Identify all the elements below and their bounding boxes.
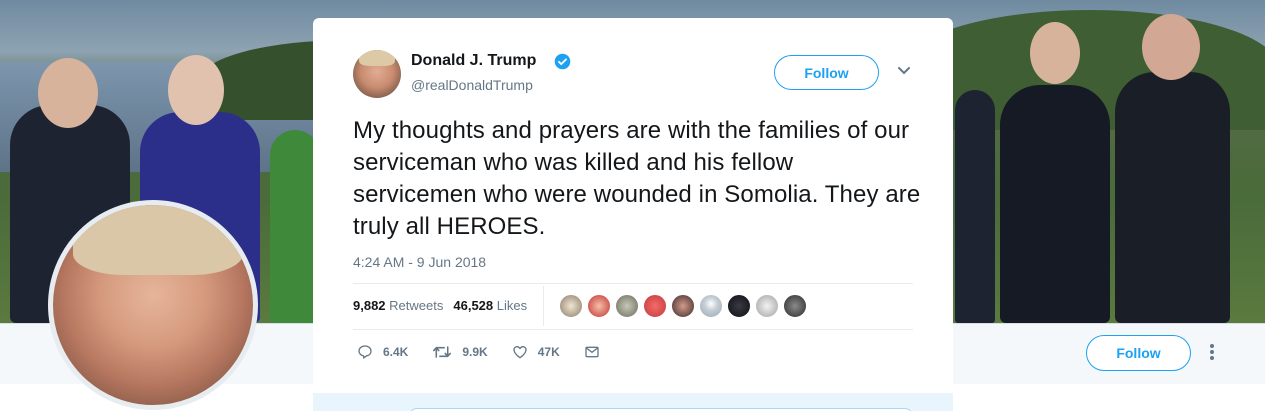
reply-icon [358, 345, 372, 359]
verified-badge-icon [554, 53, 571, 70]
likes-stat[interactable]: 46,528 Likes [453, 298, 527, 313]
tweet-text: My thoughts and prayers are with the fam… [353, 117, 921, 240]
tweet-modal: Donald J. Trump @realDonaldTrump Follow … [313, 18, 953, 411]
more-vertical-icon[interactable] [1206, 343, 1218, 363]
profile-follow-button[interactable]: Follow [1086, 335, 1191, 371]
likers-avatars [559, 294, 807, 318]
twitter-page: Follow Donald J. Trump @realDonaldTrump … [0, 0, 1265, 411]
liker-avatar[interactable] [727, 294, 751, 318]
liker-avatar[interactable] [671, 294, 695, 318]
follow-button[interactable]: Follow [774, 55, 879, 90]
tweet-timestamp[interactable]: 4:24 AM - 9 Jun 2018 [353, 254, 486, 270]
like-action[interactable]: 47K [512, 344, 560, 360]
tweet-stats: 9,882 Retweets 46,528 Likes [353, 298, 527, 313]
reply-action[interactable]: 6.4K [357, 344, 408, 360]
liker-avatar[interactable] [783, 294, 807, 318]
liker-avatar[interactable] [615, 294, 639, 318]
retweets-stat[interactable]: 9,882 Retweets [353, 298, 443, 313]
stats-separator [543, 286, 544, 326]
tweet-actions: 6.4K 9.9K 47K [357, 344, 634, 360]
like-icon [513, 346, 527, 359]
profile-avatar[interactable] [48, 200, 258, 410]
author-handle[interactable]: @realDonaldTrump [411, 77, 533, 93]
chevron-down-icon[interactable] [897, 66, 911, 76]
divider [353, 283, 913, 284]
author-avatar[interactable] [353, 50, 401, 98]
liker-avatar[interactable] [587, 294, 611, 318]
liker-avatar[interactable] [559, 294, 583, 318]
divider [353, 329, 913, 330]
liker-avatar[interactable] [643, 294, 667, 318]
author-name[interactable]: Donald J. Trump [411, 52, 536, 70]
retweet-action[interactable]: 9.9K [432, 344, 488, 360]
direct-message-action[interactable] [584, 344, 610, 360]
liker-avatar[interactable] [699, 294, 723, 318]
liker-avatar[interactable] [755, 294, 779, 318]
retweet-icon [433, 346, 452, 358]
direct-message-icon [585, 346, 599, 358]
